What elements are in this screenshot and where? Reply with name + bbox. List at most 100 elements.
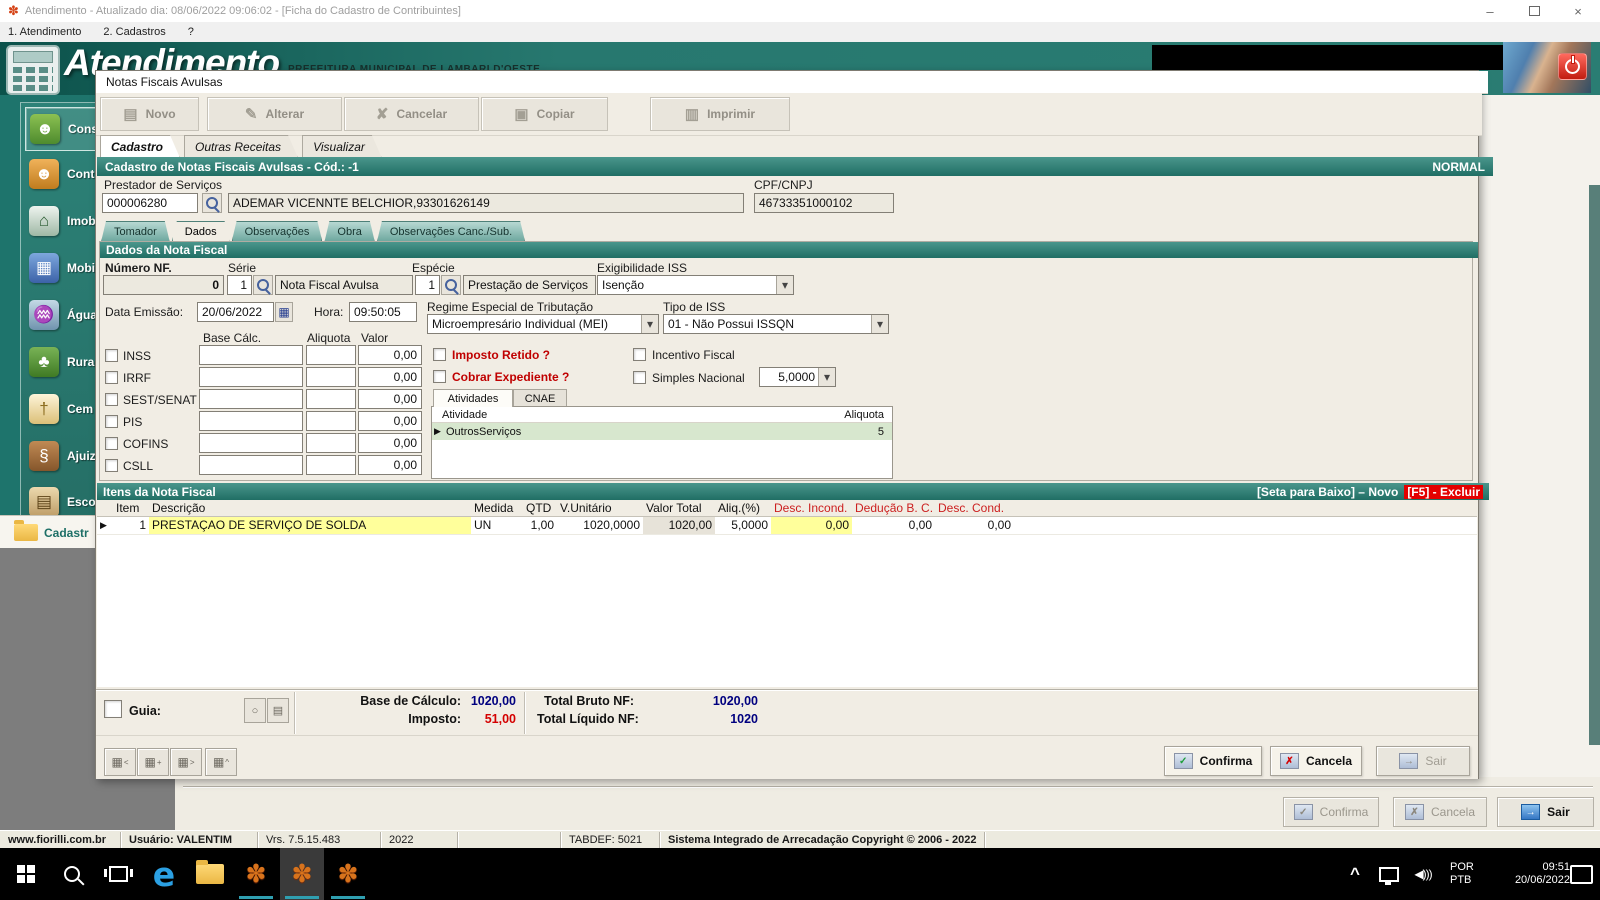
irrf-valor-input[interactable]: 0,00 <box>358 367 422 387</box>
guia-print-button[interactable]: ▤ <box>267 698 289 723</box>
total-bruto-value: 1020,00 <box>676 694 758 708</box>
tab-observacoes[interactable]: Observações <box>232 221 323 242</box>
pis-aliquota-input[interactable] <box>306 411 356 431</box>
novo-button[interactable]: ▤ Novo <box>100 97 199 131</box>
guia-checkbox[interactable] <box>104 700 122 718</box>
tab-outras-receitas[interactable]: Outras Receitas <box>184 135 298 158</box>
incentivo-fiscal-checkbox[interactable] <box>633 348 646 361</box>
regime-select[interactable]: Microempresário Individual (MEI) <box>427 314 659 334</box>
serie-input[interactable]: 1 <box>227 275 252 295</box>
start-button[interactable] <box>4 848 48 900</box>
inss-checkbox[interactable] <box>105 349 118 362</box>
notification-center-button[interactable] <box>1564 848 1598 900</box>
sair-button[interactable]: → Sair <box>1376 746 1470 776</box>
sest-senat-base-input[interactable] <box>199 389 303 409</box>
parent-right-scroll-strip <box>1589 185 1600 745</box>
tray-language[interactable]: POR PTB <box>1450 861 1474 887</box>
inss-aliquota-input[interactable] <box>306 345 356 365</box>
grid-nav-next-button[interactable]: ▦> <box>170 748 202 776</box>
parent-sair-button[interactable]: → Sair <box>1497 797 1594 827</box>
guia-view-button[interactable]: ○ <box>244 698 266 723</box>
numero-nf-input[interactable]: 0 <box>103 275 224 295</box>
atividade-row[interactable]: ▶ OutrosServiços 5 <box>432 423 892 440</box>
grid-nav-insert-button[interactable]: ▦+ <box>137 748 169 776</box>
menu-help[interactable]: ? <box>188 26 194 38</box>
cofins-aliquota-input[interactable] <box>306 433 356 453</box>
csll-aliquota-input[interactable] <box>306 455 356 475</box>
hora-input[interactable]: 09:50:05 <box>349 302 417 322</box>
tab-cadastro[interactable]: Cadastro <box>100 135 180 158</box>
copiar-button[interactable]: ▣ Copiar <box>481 97 608 131</box>
grid-nav-first-button[interactable]: ▦< <box>104 748 136 776</box>
tractor-icon: ♣ <box>29 347 59 377</box>
restore-button[interactable] <box>1512 0 1556 22</box>
sest-senat-aliquota-input[interactable] <box>306 389 356 409</box>
tab-cnae[interactable]: CNAE <box>513 389 567 407</box>
tab-observacoes-canc-sub[interactable]: Observações Canc./Sub. <box>377 221 525 242</box>
taskbar-app2-button[interactable]: ✽ <box>280 848 324 900</box>
tab-label: Dados <box>185 226 217 238</box>
csll-base-input[interactable] <box>199 455 303 475</box>
tray-chevron-button[interactable]: ^ <box>1340 848 1370 900</box>
serie-search-button[interactable] <box>253 275 273 295</box>
csll-valor-input[interactable]: 0,00 <box>358 455 422 475</box>
tray-network-button[interactable] <box>1374 848 1404 900</box>
csll-checkbox[interactable] <box>105 459 118 472</box>
task-view-button[interactable] <box>96 848 140 900</box>
close-button[interactable]: × <box>1556 0 1600 22</box>
cancelar-button[interactable]: ✘ Cancelar <box>344 97 479 131</box>
irrf-base-input[interactable] <box>199 367 303 387</box>
confirma-button[interactable]: ✓ Confirma <box>1164 746 1262 776</box>
pis-checkbox[interactable] <box>105 415 118 428</box>
cancela-button[interactable]: ✗ Cancela <box>1270 746 1362 776</box>
tab-dados[interactable]: Dados <box>172 221 230 242</box>
simples-nacional-checkbox[interactable] <box>633 371 646 384</box>
tab-tomador[interactable]: Tomador <box>101 221 170 242</box>
calendar-icon[interactable]: ▦ <box>275 302 293 322</box>
irrf-aliquota-input[interactable] <box>306 367 356 387</box>
inss-base-input[interactable] <box>199 345 303 365</box>
cofins-valor-input[interactable]: 0,00 <box>358 433 422 453</box>
especie-search-button[interactable] <box>441 275 461 295</box>
search-icon <box>206 197 218 209</box>
parent-confirma-button[interactable]: ✓ Confirma <box>1283 797 1379 827</box>
inss-valor-input[interactable]: 0,00 <box>358 345 422 365</box>
data-emissao-input[interactable]: 20/06/2022 <box>197 302 274 322</box>
exigibilidade-select[interactable]: Isenção <box>597 275 794 295</box>
tab-visualizar[interactable]: Visualizar <box>302 135 382 158</box>
sest-senat-checkbox[interactable] <box>105 393 118 406</box>
alterar-button[interactable]: ✎ Alterar <box>207 97 342 131</box>
simples-aliquota-select[interactable]: 5,0000 <box>759 367 836 387</box>
pis-valor-input[interactable]: 0,00 <box>358 411 422 431</box>
sidebar-item-cadastro[interactable]: Cadastr <box>0 515 110 550</box>
menu-atendimento[interactable]: 1. Atendimento <box>8 26 81 38</box>
parent-cancela-button[interactable]: ✗ Cancela <box>1393 797 1487 827</box>
taskbar-browser-button[interactable]: e <box>142 848 186 900</box>
taskbar-app1-button[interactable]: ✽ <box>234 848 278 900</box>
tipo-iss-label: Tipo de ISS <box>663 300 725 314</box>
taskbar-explorer-button[interactable] <box>188 848 232 900</box>
tab-atividades[interactable]: Atividades <box>433 389 513 407</box>
power-button[interactable] <box>1558 53 1587 80</box>
irrf-checkbox[interactable] <box>105 371 118 384</box>
taskbar-app3-button[interactable]: ✽ <box>326 848 370 900</box>
especie-input[interactable]: 1 <box>415 275 440 295</box>
cofins-base-input[interactable] <box>199 433 303 453</box>
item-row[interactable]: ▶ 1 PRESTAÇAO DE SERVIÇO DE SOLDA UN 1,0… <box>97 517 1477 535</box>
sest-senat-valor-input[interactable]: 0,00 <box>358 389 422 409</box>
minimize-button[interactable]: – <box>1468 0 1512 22</box>
imposto-retido-checkbox[interactable] <box>433 348 446 361</box>
imprimir-button[interactable]: ▥ Imprimir <box>650 97 790 131</box>
tray-volume-button[interactable]: ◀))) <box>1406 848 1440 900</box>
menu-cadastros[interactable]: 2. Cadastros <box>103 26 165 38</box>
prestador-search-button[interactable] <box>202 193 222 213</box>
grid-nav-last-button[interactable]: ▦^ <box>205 748 237 776</box>
cofins-checkbox[interactable] <box>105 437 118 450</box>
tipo-iss-select[interactable]: 01 - Não Possui ISSQN <box>663 314 889 334</box>
tray-clock[interactable]: 09:51 20/06/2022 <box>1490 861 1570 887</box>
prestador-code-input[interactable]: 000006280 <box>102 193 198 213</box>
taskbar-search-button[interactable] <box>50 848 94 900</box>
cobrar-expediente-checkbox[interactable] <box>433 370 446 383</box>
pis-base-input[interactable] <box>199 411 303 431</box>
tab-obra[interactable]: Obra <box>324 221 374 242</box>
